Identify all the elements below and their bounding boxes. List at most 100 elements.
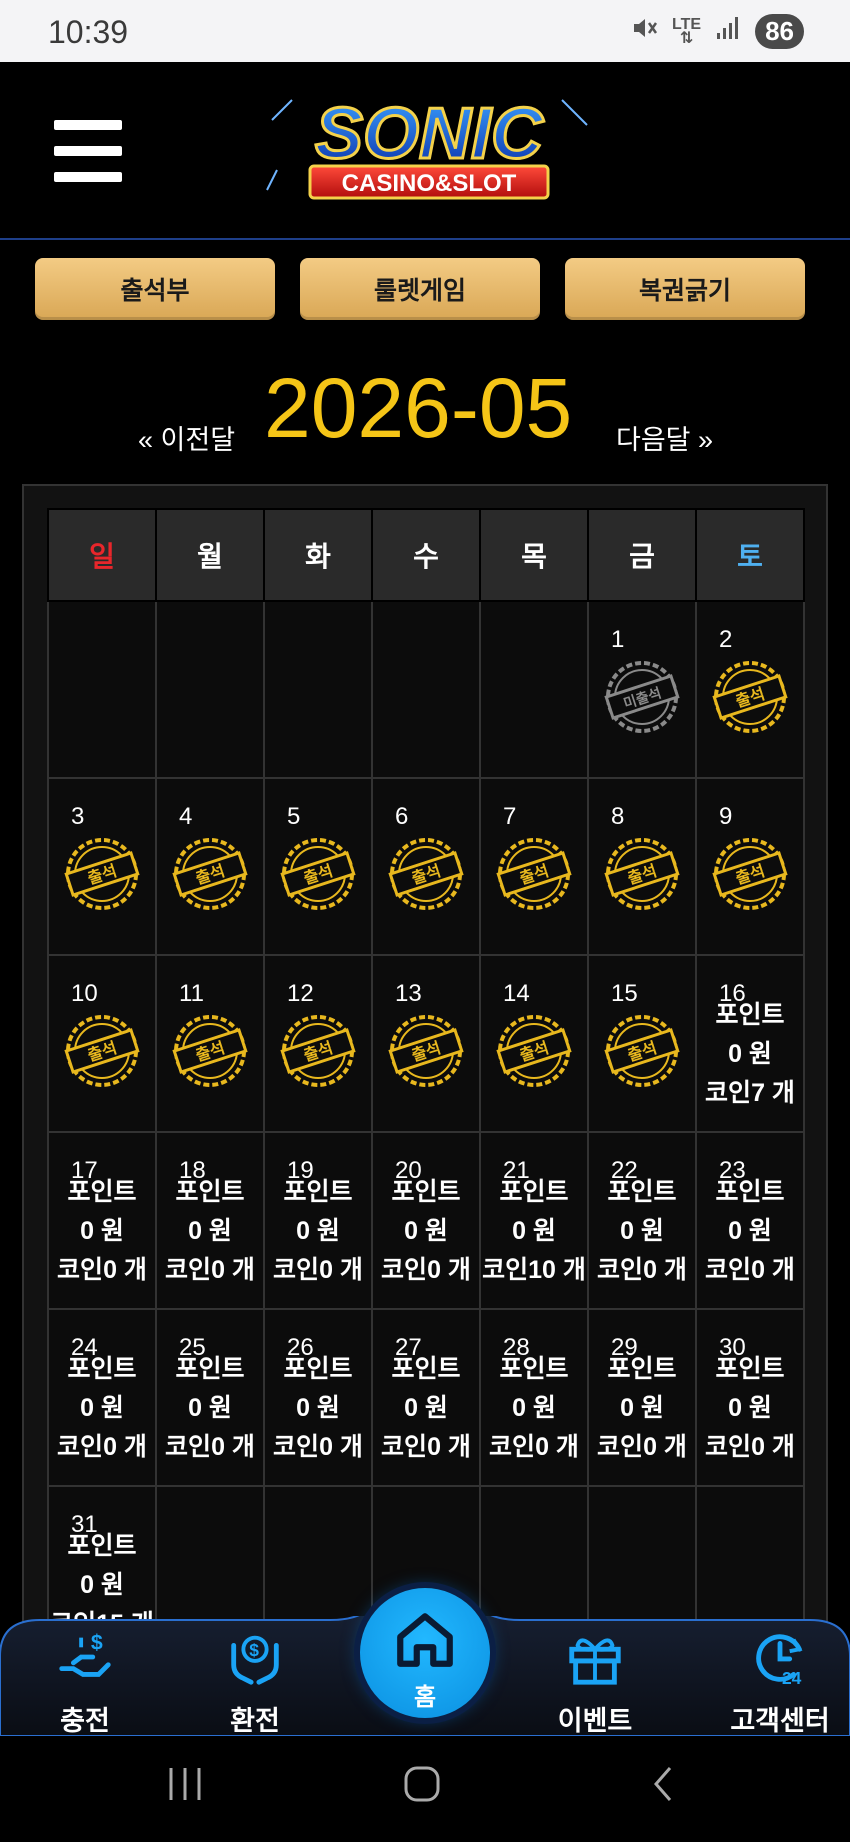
reward-point-line: 0 원	[589, 1389, 695, 1428]
reward-won-suffix: 원	[316, 1217, 340, 1245]
next-month-link[interactable]: 다음달 »	[616, 418, 713, 457]
battery-indicator: 86	[755, 14, 804, 49]
reward-point-label: 포인트	[391, 1355, 461, 1383]
calendar-day-cell: 26 포인트 0 원 코인0 개	[263, 1308, 373, 1487]
nav-support[interactable]: 24 고객센터	[710, 1626, 850, 1738]
reward-point-value: 0	[620, 1394, 634, 1422]
home-system-icon[interactable]	[402, 1764, 442, 1804]
reward-coin-label: 코인	[597, 1433, 644, 1461]
calendar-day-cell: 27 포인트 0 원 코인0 개	[371, 1308, 481, 1487]
calendar-day-cell: 24 포인트 0 원 코인0 개	[47, 1308, 157, 1487]
reward-coin-suffix: 개	[562, 1256, 586, 1284]
reward-coin-label: 코인	[705, 1256, 752, 1284]
svg-text:$: $	[249, 1640, 259, 1660]
day-number: 11	[179, 980, 204, 1007]
gift-icon	[569, 1638, 621, 1685]
reward-coin-line: 코인0 개	[697, 1251, 803, 1290]
calendar-day-cell: 12 출석	[263, 954, 373, 1133]
reward-point-value: 0	[620, 1217, 634, 1245]
reward-coin-value: 0	[319, 1433, 333, 1461]
day-number: 7	[503, 803, 517, 830]
logo-subtitle: CASINO&SLOT	[342, 170, 517, 197]
nav-event[interactable]: 이벤트	[540, 1626, 650, 1738]
reward-coin-value: 0	[427, 1256, 441, 1284]
attended-stamp-icon: 출석	[280, 1015, 356, 1087]
reward-coin-suffix: 개	[555, 1433, 579, 1461]
calendar-day-cell: 25 포인트 0 원 코인0 개	[155, 1308, 265, 1487]
attendance-button[interactable]: 출석부	[35, 258, 275, 320]
reward-coin-label: 코인	[705, 1433, 752, 1461]
reward-point-value: 0	[80, 1217, 94, 1245]
nav-deposit[interactable]: $ 충전	[30, 1626, 140, 1738]
reward-coin-value: 0	[751, 1433, 765, 1461]
menu-icon[interactable]	[54, 120, 122, 182]
calendar-day-cell: 23 포인트 0 원 코인0 개	[695, 1131, 805, 1310]
reward-won-suffix: 원	[100, 1571, 124, 1599]
reward-point-label: 포인트	[175, 1178, 245, 1206]
weekday-thursday: 목	[479, 508, 589, 602]
network-label: LTE	[672, 15, 702, 33]
reward-coin-suffix: 개	[123, 1256, 147, 1284]
calendar-day-cell: 3 출석	[47, 777, 157, 956]
day-number: 9	[719, 803, 733, 830]
reward-coin-line: 코인0 개	[589, 1251, 695, 1290]
reward-info: 포인트 0 원 코인0 개	[589, 1350, 695, 1467]
reward-won-suffix: 원	[532, 1217, 556, 1245]
reward-won-suffix: 원	[100, 1394, 124, 1422]
calendar-day-cell: 14 출석	[479, 954, 589, 1133]
attendance-calendar: 일 월 화 수 목 금 토 1 미출석 2 출석 3 출석 4 출석 5 출석 …	[22, 484, 828, 1684]
weekday-friday: 금	[587, 508, 697, 602]
day-number: 12	[287, 980, 314, 1007]
roulette-button[interactable]: 룰렛게임	[300, 258, 540, 320]
reward-coin-value: 0	[535, 1433, 549, 1461]
reward-coin-suffix: 개	[447, 1256, 471, 1284]
month-title: 2026-05	[264, 361, 573, 455]
reward-point-value: 0	[404, 1217, 418, 1245]
reward-coin-line: 코인0 개	[157, 1251, 263, 1290]
mute-icon	[630, 14, 658, 49]
reward-won-suffix: 원	[532, 1394, 556, 1422]
reward-info: 포인트 0 원 코인0 개	[157, 1173, 263, 1290]
reward-coin-suffix: 개	[447, 1433, 471, 1461]
calendar-day-cell: 10 출석	[47, 954, 157, 1133]
weekday-saturday: 토	[695, 508, 805, 602]
reward-point-line: 0 원	[265, 1389, 371, 1428]
attended-stamp-icon: 출석	[172, 838, 248, 910]
attended-stamp-icon: 출석	[388, 838, 464, 910]
calendar-day-cell: 18 포인트 0 원 코인0 개	[155, 1131, 265, 1310]
nav-exchange[interactable]: $ 환전	[200, 1626, 310, 1738]
sonic-casino-logo[interactable]: SONIC CASINO&SLOT	[262, 80, 596, 208]
reward-info: 포인트 0 원 코인0 개	[697, 1350, 803, 1467]
reward-won-suffix: 원	[424, 1217, 448, 1245]
reward-info: 포인트 0 원 코인0 개	[697, 1173, 803, 1290]
day-number: 6	[395, 803, 409, 830]
calendar-day-cell: 28 포인트 0 원 코인0 개	[479, 1308, 589, 1487]
lottery-button[interactable]: 복권긁기	[565, 258, 805, 320]
calendar-day-cell: 7 출석	[479, 777, 589, 956]
calendar-day-cell: 29 포인트 0 원 코인0 개	[587, 1308, 697, 1487]
nav-home[interactable]: 홈	[360, 1588, 490, 1718]
weekday-header-row: 일 월 화 수 목 금 토	[47, 508, 805, 602]
site-header: SONIC CASINO&SLOT	[0, 62, 850, 240]
reward-won-suffix: 원	[748, 1394, 772, 1422]
recent-apps-icon[interactable]	[165, 1764, 205, 1804]
reward-coin-suffix: 개	[231, 1256, 255, 1284]
reward-point-line: 0 원	[49, 1566, 155, 1605]
back-icon[interactable]	[644, 1764, 684, 1804]
calendar-week-row: 1 미출석 2 출석	[47, 600, 805, 779]
reward-info: 포인트 0 원 코인0 개	[589, 1173, 695, 1290]
day-number: 14	[503, 980, 530, 1007]
prev-month-link[interactable]: « 이전달	[138, 418, 235, 457]
weekday-sunday: 일	[47, 508, 157, 602]
calendar-week-row: 17 포인트 0 원 코인0 개 18 포인트 0 원 코인0 개 19 포인트…	[47, 1131, 805, 1310]
calendar-day-cell: 6 출석	[371, 777, 481, 956]
reward-coin-label: 코인	[57, 1433, 104, 1461]
bottom-nav: $ 충전 $ 환전 홈 이벤트 24 고객센터	[0, 1588, 850, 1738]
attended-stamp-icon: 출석	[64, 838, 140, 910]
reward-point-value: 0	[188, 1394, 202, 1422]
reward-info: 포인트 0 원 코인0 개	[265, 1173, 371, 1290]
reward-info: 포인트 0 원 코인0 개	[373, 1350, 479, 1467]
calendar-empty-cell	[371, 600, 481, 779]
reward-coin-suffix: 개	[123, 1433, 147, 1461]
weekday-tuesday: 화	[263, 508, 373, 602]
